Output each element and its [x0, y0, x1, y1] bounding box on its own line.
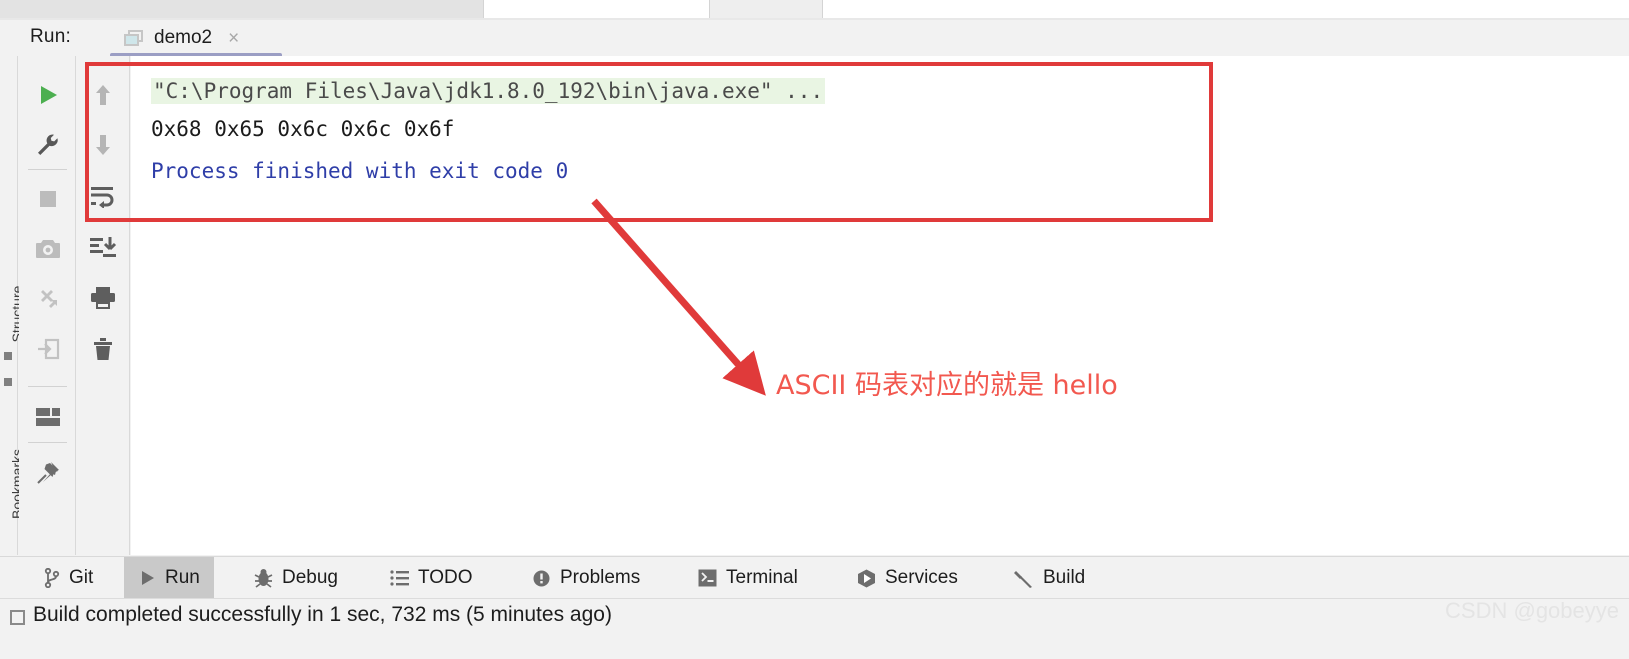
- rerun-button[interactable]: [19, 70, 76, 120]
- tab-terminal[interactable]: Terminal: [684, 557, 812, 599]
- tab-build[interactable]: Build: [1000, 557, 1099, 599]
- editor-tab-segment-3[interactable]: [710, 0, 823, 18]
- console-output[interactable]: "C:\Program Files\Java\jdk1.8.0_192\bin\…: [131, 56, 1629, 555]
- left-tool-stripe: Structure Bookmarks: [0, 56, 25, 555]
- run-toolbar-primary: [19, 56, 76, 555]
- console-line-exit: Process finished with exit code 0: [151, 159, 569, 183]
- annotation-text: ASCII 码表对应的就是 hello: [776, 370, 1118, 401]
- settings-button[interactable]: [19, 120, 76, 170]
- screenshot-button[interactable]: [19, 224, 76, 274]
- editor-tab-segment-4[interactable]: [823, 0, 1629, 18]
- toolbar-separator-1: [28, 169, 67, 170]
- scroll-end-button[interactable]: [76, 222, 130, 272]
- run-toolbar-secondary: [76, 56, 130, 555]
- services-icon: [857, 569, 876, 588]
- toolbar-separator-2: [28, 386, 67, 387]
- tab-services-label: Services: [885, 567, 958, 588]
- trash-icon: [90, 336, 116, 362]
- attach-button[interactable]: [19, 324, 76, 374]
- tab-problems[interactable]: Problems: [518, 557, 654, 599]
- scroll-to-end-icon: [89, 235, 117, 259]
- stop-button[interactable]: [19, 174, 76, 224]
- soft-wrap-button[interactable]: [76, 171, 130, 221]
- bug-icon: [254, 568, 273, 588]
- arrow-down-icon: [91, 132, 115, 158]
- tab-debug-label: Debug: [282, 567, 338, 588]
- console-line-stdout: 0x68 0x65 0x6c 0x6c 0x6f: [151, 117, 455, 141]
- terminal-icon: [698, 569, 717, 587]
- tab-run-label: Run: [165, 567, 200, 588]
- run-tab-demo2[interactable]: demo2 ×: [110, 20, 251, 56]
- bug-restore-icon: [35, 286, 61, 312]
- play-icon: [35, 82, 61, 108]
- play-icon: [138, 569, 156, 587]
- editor-tab-strip: [0, 0, 1629, 18]
- restore-layout-button[interactable]: [19, 274, 76, 324]
- layout-icon: [35, 406, 61, 428]
- tab-debug[interactable]: Debug: [240, 557, 352, 599]
- up-button[interactable]: [76, 70, 130, 120]
- clear-button[interactable]: [76, 324, 130, 374]
- tab-git-label: Git: [69, 567, 94, 588]
- printer-icon: [89, 285, 117, 311]
- stripe-marker-lower: [4, 378, 12, 386]
- console-line-command: "C:\Program Files\Java\jdk1.8.0_192\bin\…: [151, 78, 826, 104]
- editor-tab-segment-2[interactable]: [484, 0, 710, 18]
- wrench-icon: [35, 132, 61, 158]
- watermark: CSDN @gobeyye: [1445, 598, 1619, 623]
- down-button[interactable]: [76, 120, 130, 170]
- build-status-icon: [10, 610, 25, 625]
- bottom-tool-tabs: Git Run Debug TODO Problems Terminal Ser…: [0, 556, 1629, 599]
- arrow-up-icon: [91, 82, 115, 108]
- tab-services[interactable]: Services: [843, 557, 972, 599]
- warning-icon: [532, 569, 551, 588]
- status-bar-message: Build completed successfully in 1 sec, 7…: [33, 603, 612, 626]
- soft-wrap-icon: [89, 184, 117, 208]
- toolbar-separator-3: [28, 442, 67, 443]
- tab-todo-label: TODO: [418, 567, 473, 588]
- run-toolwindow-label: Run:: [30, 26, 71, 47]
- tab-git[interactable]: Git: [30, 557, 107, 599]
- layout-button[interactable]: [19, 392, 76, 442]
- print-button[interactable]: [76, 273, 130, 323]
- pin-icon: [35, 460, 61, 486]
- editor-tab-segment-1[interactable]: [0, 0, 484, 18]
- ide-window: Run: demo2 × Structure Bookmarks "C:\Pro…: [0, 0, 1629, 659]
- list-icon: [390, 570, 409, 586]
- run-tab-label: demo2: [154, 27, 213, 48]
- tab-todo[interactable]: TODO: [376, 557, 487, 599]
- tab-problems-label: Problems: [560, 567, 641, 588]
- pin-button[interactable]: [19, 448, 76, 498]
- arrow-into-box-icon: [35, 336, 61, 362]
- close-icon[interactable]: ×: [228, 29, 239, 48]
- git-branch-icon: [44, 568, 60, 588]
- run-configuration-icon: [124, 29, 144, 47]
- hammer-icon: [1014, 568, 1034, 588]
- stop-square-icon: [36, 187, 60, 211]
- camera-icon: [35, 237, 61, 261]
- tab-terminal-label: Terminal: [726, 567, 798, 588]
- tab-build-label: Build: [1043, 567, 1086, 588]
- stripe-marker-upper: [4, 352, 12, 360]
- tab-run[interactable]: Run: [124, 557, 214, 599]
